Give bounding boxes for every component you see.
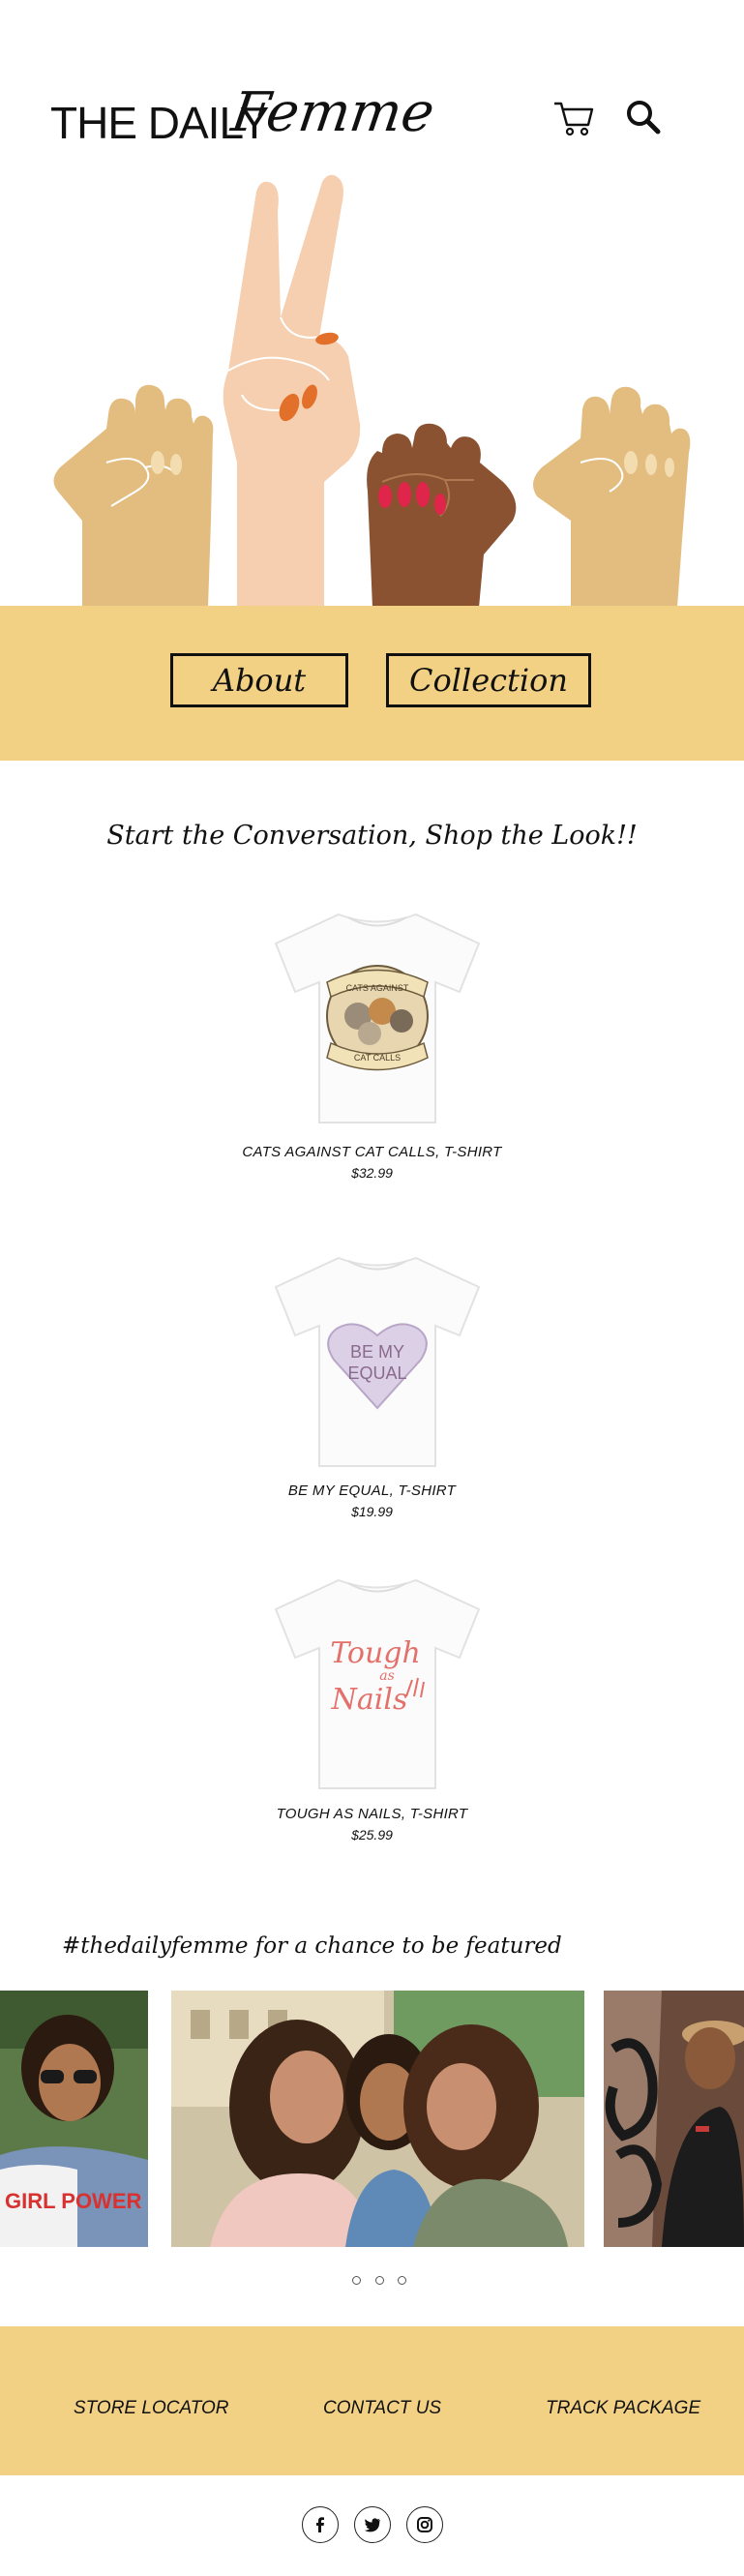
featured-photo-left[interactable]: GIRL POWER <box>0 1991 148 2247</box>
product-price: $32.99 <box>351 1165 393 1181</box>
collection-button[interactable]: Collection <box>386 653 591 707</box>
print-text-top: CATS AGAINST <box>346 983 409 993</box>
print-text-bottom: EQUAL <box>347 1363 406 1383</box>
store-locator-link[interactable]: STORE LOCATOR <box>74 2398 228 2419</box>
site-logo[interactable]: THE DAILY Femme <box>50 75 438 163</box>
print-text-bottom: Nails <box>331 1683 408 1717</box>
featured-photo-right[interactable] <box>604 1991 744 2247</box>
product-image-nails[interactable]: Tough as Nails <box>261 1566 493 1798</box>
about-button[interactable]: About <box>170 653 348 707</box>
product-price: $25.99 <box>351 1827 393 1842</box>
print-text-bottom: CAT CALLS <box>354 1053 401 1063</box>
raised-hands-illustration <box>0 172 744 609</box>
hero-band <box>0 606 744 761</box>
track-package-link[interactable]: TRACK PACKAGE <box>546 2398 700 2419</box>
dark-fist <box>367 423 517 608</box>
product-image-cats[interactable]: CATS AGAINST CAT CALLS <box>261 900 493 1132</box>
logo-script-text: Femme <box>227 81 438 144</box>
facebook-icon[interactable] <box>302 2506 339 2543</box>
product-name[interactable]: BE MY EQUAL, T-SHIRT <box>0 1483 744 1499</box>
tan-fist-right <box>533 386 691 608</box>
featured-photo-center[interactable] <box>171 1991 584 2247</box>
product-name[interactable]: CATS AGAINST CAT CALLS, T-SHIRT <box>0 1144 744 1160</box>
twitter-icon[interactable] <box>354 2506 391 2543</box>
carousel-dot-2[interactable] <box>375 2276 384 2285</box>
contact-us-link[interactable]: CONTACT US <box>323 2398 441 2419</box>
print-text-top: Tough <box>330 1636 421 1670</box>
product-image-equal[interactable]: BE MY EQUAL <box>261 1243 493 1476</box>
shirt-text: GIRL POWER <box>5 2189 141 2213</box>
product-price: $19.99 <box>351 1504 393 1519</box>
section-heading: Start the Conversation, Shop the Look!! <box>106 821 638 851</box>
search-icon[interactable] <box>621 95 666 139</box>
peace-hand <box>223 174 361 609</box>
tan-fist-left <box>53 384 214 608</box>
hashtag-heading: #thedailyfemme for a chance to be featur… <box>62 1933 562 1959</box>
carousel-dot-1[interactable] <box>352 2276 361 2285</box>
carousel-dot-3[interactable] <box>398 2276 406 2285</box>
product-name[interactable]: TOUGH AS NAILS, T-SHIRT <box>0 1806 744 1822</box>
print-text-mid: as <box>379 1668 395 1684</box>
instagram-icon[interactable] <box>406 2506 443 2543</box>
print-text-top: BE MY <box>350 1342 404 1362</box>
cart-icon[interactable] <box>551 95 596 139</box>
